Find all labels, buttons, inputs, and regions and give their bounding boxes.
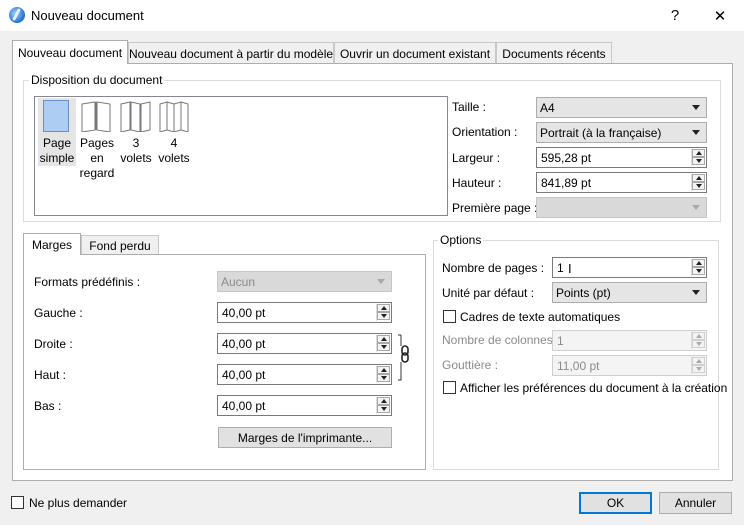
show-prefs-checkbox[interactable] [443,381,456,394]
width-stepper[interactable] [691,149,705,166]
pages-count-stepper[interactable] [691,259,705,276]
size-label: Taille : [452,100,487,114]
columns-stepper [691,332,705,349]
columns-field: 1 [552,330,707,351]
chevron-down-icon [692,105,700,110]
orientation-select[interactable]: Portrait (à la française) [536,122,707,143]
dont-ask-checkbox[interactable] [11,496,24,509]
first-page-select [536,197,707,218]
default-unit-select[interactable]: Points (pt) [552,282,707,303]
layout-item-single-page-label: Page simple [39,136,75,165]
left-margin-stepper[interactable] [376,304,390,321]
bottom-margin-field[interactable]: 40,00 pt [217,395,392,416]
layout-item-trifold-label[interactable]: 3 volets [116,136,156,166]
tab-margins[interactable]: Marges [23,233,81,255]
left-margin-label: Gauche : [34,306,83,320]
gutter-label: Gouttière : [442,358,499,372]
chevron-down-icon [692,130,700,135]
right-margin-label: Droite : [34,337,73,351]
chevron-down-icon [692,290,700,295]
top-margin-field[interactable]: 40,00 pt [217,364,392,385]
tab-recent-documents[interactable]: Documents récents [496,42,612,64]
tab-bleed[interactable]: Fond perdu [81,235,159,255]
gutter-field: 11,00 pt [552,355,707,376]
gutter-stepper [691,357,705,374]
show-prefs-label: Afficher les préférences du document à l… [460,381,728,395]
layout-item-fourfold-label[interactable]: 4 volets [154,136,194,166]
orientation-label: Orientation : [452,125,518,139]
dont-ask-label: Ne plus demander [29,496,128,510]
chevron-down-icon [692,205,700,210]
trifold-icon [120,101,151,132]
cancel-button[interactable]: Annuler [659,492,732,514]
columns-label: Nombre de colonnes : [442,333,560,347]
width-field[interactable]: 595,28 pt [536,147,707,168]
chevron-down-icon [377,279,385,284]
left-margin-field[interactable]: 40,00 pt [217,302,392,323]
auto-text-frames-checkbox[interactable] [443,310,456,323]
right-margin-stepper[interactable] [376,335,390,352]
width-label: Largeur : [452,151,501,165]
link-margins-icon[interactable] [397,333,411,383]
presets-label: Formats prédéfinis : [34,275,141,289]
pages-count-label: Nombre de pages : [442,261,545,275]
fourfold-icon [159,101,189,132]
close-icon: ✕ [713,7,727,25]
ok-button[interactable]: OK [579,492,652,514]
size-select[interactable]: A4 [536,97,707,118]
tab-new-from-template[interactable]: Nouveau document à partir du modèle [128,42,334,64]
presets-select: Aucun [217,271,392,292]
auto-text-frames-label: Cadres de texte automatiques [460,310,621,324]
height-field[interactable]: 841,89 pt [536,172,707,193]
default-unit-label: Unité par défaut : [442,286,535,300]
close-button[interactable]: ✕ [698,0,742,31]
printer-margins-button[interactable]: Marges de l'imprimante... [218,427,392,448]
bottom-margin-label: Bas : [34,399,62,413]
layout-item-facing-pages-label[interactable]: Pages en regard [76,136,118,181]
document-layout-title: Disposition du document [29,73,165,87]
single-page-icon [43,100,69,132]
options-title: Options [438,233,484,247]
help-button[interactable]: ? [653,0,697,31]
top-margin-label: Haut : [34,368,67,382]
tab-open-existing[interactable]: Ouvrir un document existant [334,42,496,64]
right-margin-field[interactable]: 40,00 pt [217,333,392,354]
pages-count-field[interactable]: 1 I [552,257,707,278]
height-label: Hauteur : [452,176,502,190]
height-stepper[interactable] [691,174,705,191]
first-page-label: Première page : [452,201,538,215]
top-margin-stepper[interactable] [376,366,390,383]
app-logo-icon [9,7,25,23]
window-title: Nouveau document [31,8,144,23]
bottom-margin-stepper[interactable] [376,397,390,414]
facing-pages-icon [81,101,111,132]
text-cursor-icon: I [568,261,572,276]
tab-new-document[interactable]: Nouveau document [12,40,128,64]
